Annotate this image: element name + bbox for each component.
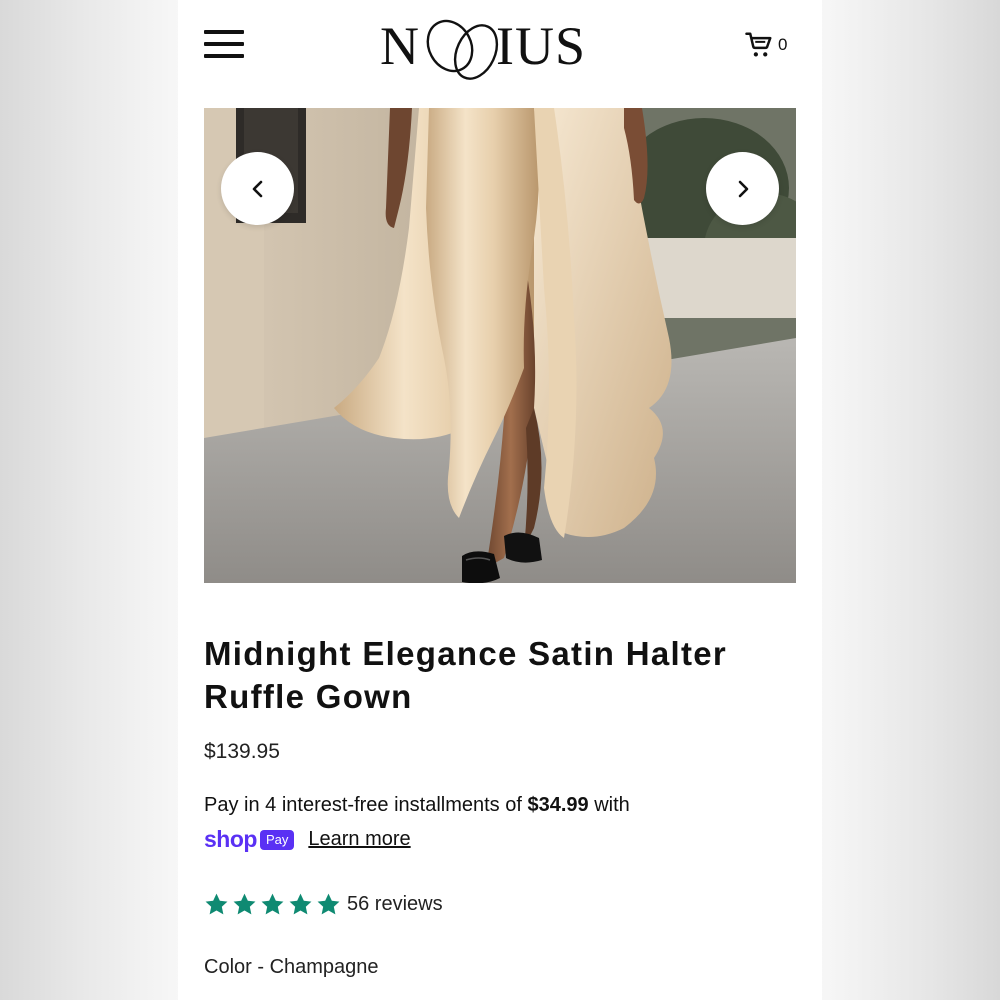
- shopping-cart-icon: [745, 32, 772, 57]
- shop-pay-badge: Pay: [259, 829, 295, 850]
- star-icon: [261, 893, 284, 915]
- learn-more-link[interactable]: Learn more: [308, 828, 410, 851]
- reviews-count[interactable]: 56 reviews: [347, 893, 443, 916]
- installment-amount: $34.99: [527, 794, 589, 816]
- star-icon: [289, 893, 312, 915]
- installments-text: Pay in 4 interest-free installments of $…: [204, 794, 804, 817]
- installments-prefix: Pay in 4 interest-free installments of: [204, 794, 528, 816]
- chevron-left-icon: [252, 180, 262, 197]
- product-price: $139.95: [204, 740, 280, 763]
- cart-count: 0: [778, 35, 788, 54]
- product-page: N IUS 0 Midnight Elegance Satin Halter R…: [178, 0, 822, 1000]
- shop-pay-row: shop Pay Learn more: [204, 826, 411, 853]
- product-title: Midnight Elegance Satin Halter Ruffle Go…: [204, 635, 728, 715]
- star-icon: [205, 893, 228, 915]
- star-icon: [233, 893, 256, 915]
- hamburger-menu-icon[interactable]: [204, 30, 244, 58]
- svg-text:N: N: [380, 16, 418, 76]
- installments-suffix: with: [588, 794, 630, 816]
- next-image-button[interactable]: [706, 152, 779, 225]
- product-image-gallery[interactable]: [204, 108, 796, 583]
- cart-button[interactable]: 0: [744, 30, 787, 60]
- shop-pay-logo: shop: [204, 826, 257, 852]
- brand-logo[interactable]: N IUS: [378, 6, 628, 86]
- previous-image-button[interactable]: [221, 152, 294, 225]
- color-option-label: Color - Champagne: [204, 956, 379, 978]
- chevron-right-icon: [738, 180, 748, 197]
- svg-text:IUS: IUS: [496, 16, 586, 76]
- rating-summary[interactable]: 56 reviews: [204, 892, 443, 917]
- star-icon: [317, 893, 340, 915]
